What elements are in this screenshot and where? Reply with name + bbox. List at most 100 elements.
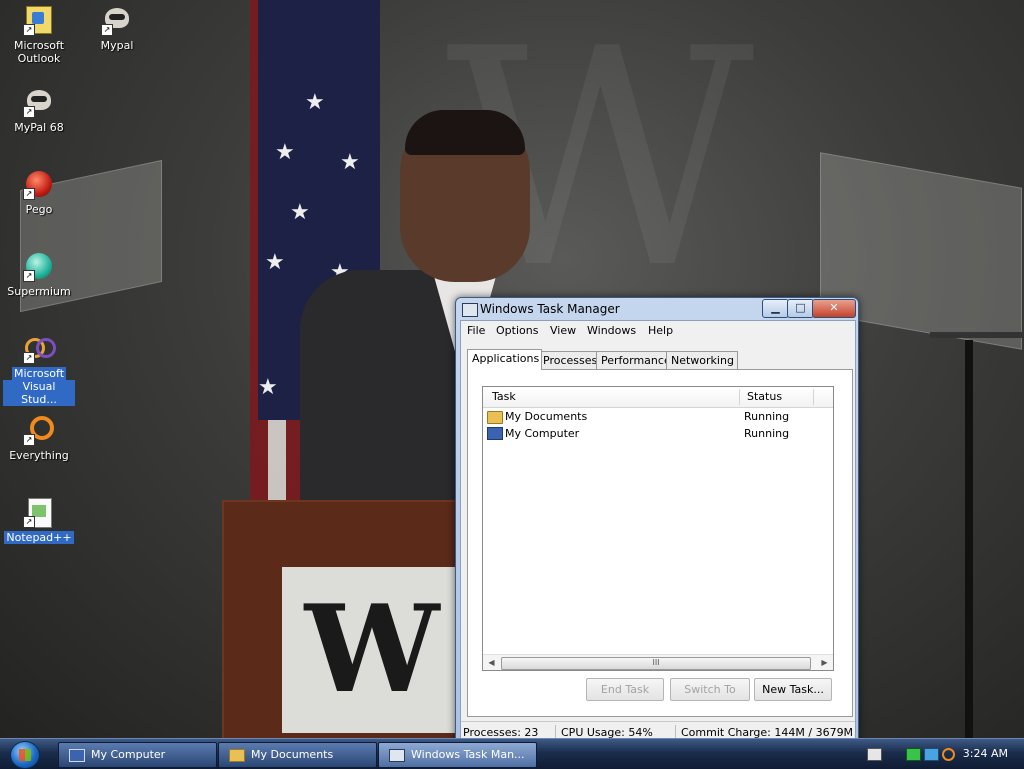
notepadpp-icon: ↗	[23, 496, 55, 528]
task-list-header: Task Status	[483, 387, 833, 408]
clock[interactable]: 3:24 AM	[963, 739, 1008, 769]
task-name: My Computer	[505, 427, 580, 440]
search-icon[interactable]	[942, 748, 955, 761]
desktop-icon-everything[interactable]: ↗ Everything	[3, 414, 75, 462]
new-task-button[interactable]: New Task...	[754, 678, 832, 701]
menu-windows[interactable]: Windows	[587, 324, 636, 337]
tab-networking[interactable]: Networking	[666, 351, 738, 369]
speaker-hair-decor	[405, 110, 525, 155]
taskbar-item-label: My Documents	[251, 748, 334, 761]
flag-star-decor: ★	[305, 90, 325, 115]
taskbar-item-task-manager[interactable]: Windows Task Man...	[378, 742, 537, 768]
shortcut-arrow-icon: ↗	[23, 24, 35, 36]
desktop-icon-label: Pego	[25, 203, 53, 216]
scroll-right-icon[interactable]: ▶	[817, 655, 832, 670]
tab-performance[interactable]: Performance	[596, 351, 671, 369]
menu-help[interactable]: Help	[648, 324, 673, 337]
desktop-icon-mypal68[interactable]: ↗ MyPal 68	[3, 86, 75, 134]
column-task[interactable]: Task	[492, 387, 516, 407]
desktop-icon-supermium[interactable]: ↗ Supermium	[3, 250, 75, 298]
menu-bar: File Options View Windows Help	[461, 321, 855, 341]
flag-star-decor: ★	[340, 150, 360, 175]
desktop-icon-label: Everything	[9, 449, 69, 462]
desktop-icon-label: MyPal 68	[14, 121, 64, 134]
scroll-left-icon[interactable]: ◀	[484, 655, 499, 670]
desktop-icon-label: Outlook	[17, 52, 61, 65]
shortcut-arrow-icon: ↗	[23, 188, 35, 200]
flag-star-decor: ★	[265, 250, 285, 275]
window-title: Windows Task Manager	[480, 302, 620, 316]
flag-star-decor: ★	[275, 140, 295, 165]
everything-icon: ↗	[23, 414, 55, 446]
computer-icon	[69, 749, 85, 762]
close-button[interactable]: ✕	[812, 299, 856, 318]
shortcut-arrow-icon: ↗	[23, 516, 35, 528]
window-client-area: File Options View Windows Help Applicati…	[460, 320, 856, 744]
desktop-icon-label: Microsoft	[11, 367, 67, 380]
desktop-icon-outlook[interactable]: ↗ Microsoft Outlook	[3, 4, 75, 65]
flag-star-decor: ★	[258, 375, 278, 400]
desktop-icon-label: Microsoft	[13, 39, 65, 52]
windows-logo-icon	[19, 749, 31, 761]
mypal-icon: ↗	[101, 4, 133, 36]
minimize-button[interactable]: ▁	[762, 299, 789, 318]
maximize-button[interactable]: □	[787, 299, 814, 318]
taskbar-item-my-computer[interactable]: My Computer	[58, 742, 217, 768]
mypal68-icon: ↗	[23, 86, 55, 118]
taskbar-item-label: Windows Task Man...	[411, 748, 525, 761]
shortcut-arrow-icon: ↗	[23, 270, 35, 282]
task-list[interactable]: Task Status My Documents Running My Comp…	[482, 386, 834, 671]
desktop-icon-label: Mypal	[100, 39, 134, 52]
task-status: Running	[744, 410, 790, 423]
task-manager-icon	[462, 303, 478, 317]
taskbar-item-label: My Computer	[91, 748, 166, 761]
menu-options[interactable]: Options	[496, 324, 538, 337]
column-status[interactable]: Status	[747, 387, 782, 407]
network-icon[interactable]	[924, 748, 939, 761]
switch-to-button[interactable]: Switch To	[670, 678, 750, 701]
outlook-icon: ↗	[23, 4, 55, 36]
visual-studio-icon: ↗	[23, 332, 56, 364]
pego-icon: ↗	[23, 168, 55, 200]
title-bar[interactable]: Windows Task Manager ▁ □ ✕	[456, 298, 858, 320]
taskbar-item-my-documents[interactable]: My Documents	[218, 742, 377, 768]
desktop-icon-notepadpp[interactable]: ↗ Notepad++	[3, 496, 75, 544]
desktop-icon-label: Visual Stud...	[3, 380, 75, 406]
start-button[interactable]	[10, 741, 40, 769]
teleprompter-bar-decor	[930, 332, 1024, 338]
desktop-icon-pego[interactable]: ↗ Pego	[3, 168, 75, 216]
supermium-icon: ↗	[23, 250, 55, 282]
table-row[interactable]: My Documents Running	[483, 408, 833, 425]
keyboard-icon[interactable]	[867, 748, 882, 761]
taskbar: My Computer My Documents Windows Task Ma…	[0, 738, 1024, 769]
podium-logo-decor: W	[304, 579, 440, 720]
task-manager-icon	[389, 749, 405, 762]
table-row[interactable]: My Computer Running	[483, 425, 833, 442]
tab-applications[interactable]: Applications	[467, 349, 542, 370]
desktop-icon-label: Supermium	[7, 285, 71, 298]
battery-icon[interactable]	[906, 748, 921, 761]
computer-icon	[487, 427, 503, 440]
scroll-thumb[interactable]: III	[501, 657, 811, 670]
task-status: Running	[744, 427, 790, 440]
desktop-icon-visual-studio[interactable]: ↗ Microsoft Visual Stud...	[3, 332, 75, 406]
horizontal-scrollbar[interactable]: ◀ III ▶	[483, 654, 833, 670]
flag-star-decor: ★	[290, 200, 310, 225]
folder-icon	[487, 411, 503, 424]
desktop-icon-label: Notepad++	[4, 531, 74, 544]
end-task-button[interactable]: End Task	[586, 678, 664, 701]
task-name: My Documents	[505, 410, 588, 423]
teleprompter-pole-decor	[965, 340, 973, 738]
menu-view[interactable]: View	[550, 324, 576, 337]
column-separator[interactable]	[739, 389, 740, 405]
shortcut-arrow-icon: ↗	[101, 24, 113, 36]
shortcut-arrow-icon: ↗	[23, 352, 35, 364]
desktop-icon-mypal[interactable]: ↗ Mypal	[81, 4, 153, 52]
tab-processes[interactable]: Processes	[538, 351, 600, 369]
menu-file[interactable]: File	[467, 324, 485, 337]
shortcut-arrow-icon: ↗	[23, 434, 35, 446]
task-manager-window[interactable]: Windows Task Manager ▁ □ ✕ File Options …	[455, 297, 859, 747]
column-separator[interactable]	[813, 389, 814, 405]
applications-panel: Task Status My Documents Running My Comp…	[467, 369, 853, 717]
folder-icon	[229, 749, 245, 762]
